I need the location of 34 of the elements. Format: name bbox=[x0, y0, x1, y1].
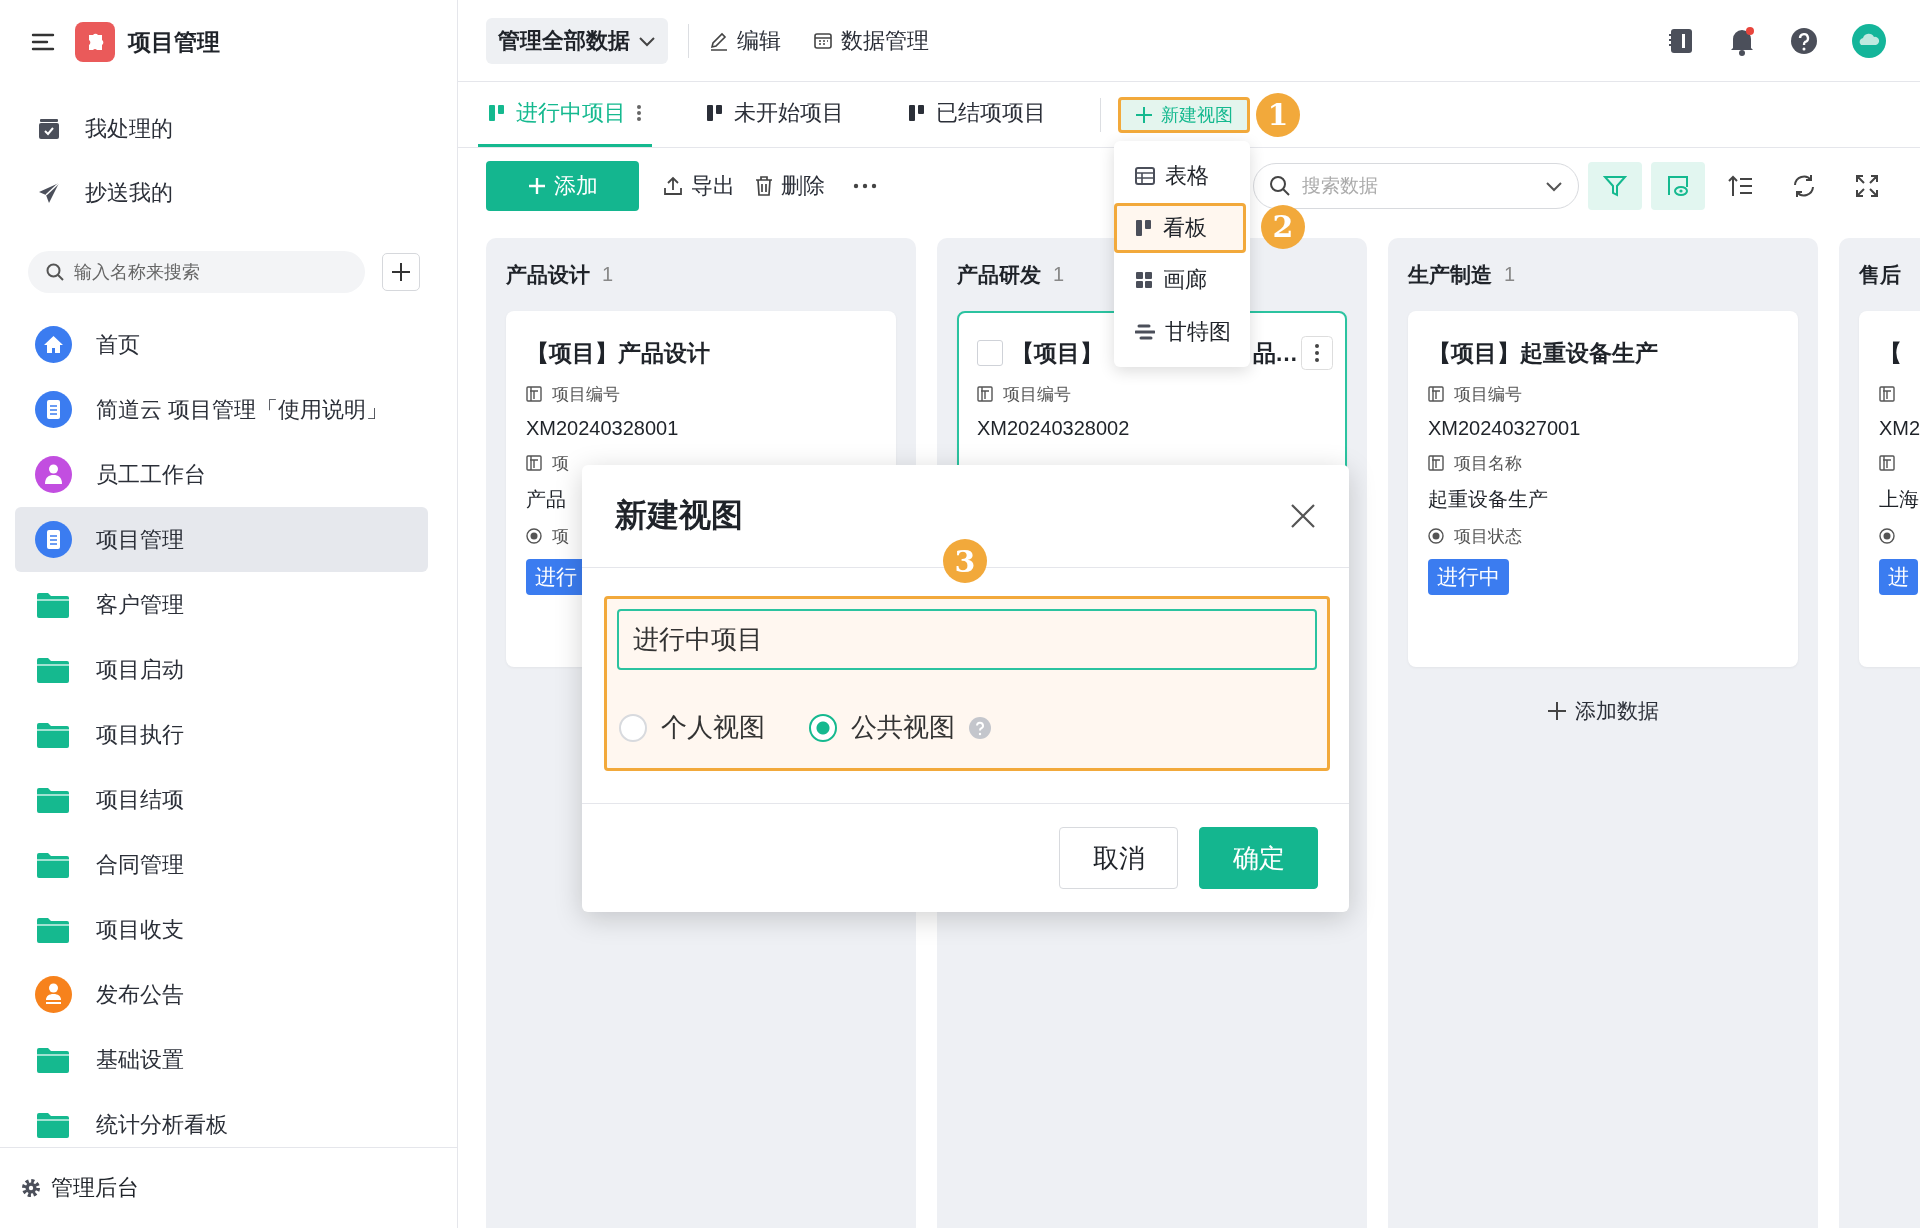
field-label: 项 bbox=[552, 452, 569, 475]
field-label: 项目状态 bbox=[1454, 525, 1522, 548]
card-title: 【项目】 bbox=[1011, 338, 1103, 368]
column-title: 售后 bbox=[1859, 261, 1901, 288]
card-title: 品… bbox=[1253, 338, 1297, 368]
column-count: 1 bbox=[1504, 263, 1516, 286]
field-value: XM20240328002 bbox=[977, 417, 1130, 439]
column-count: 1 bbox=[602, 263, 614, 286]
column-count: 1 bbox=[1053, 263, 1065, 286]
status-badge: 进 bbox=[1879, 559, 1918, 595]
column-title: 产品设计 bbox=[506, 261, 590, 288]
radio-label: 公共视图 bbox=[851, 711, 955, 744]
column-title: 产品研发 bbox=[957, 261, 1041, 288]
field-label: 项目编号 bbox=[1454, 383, 1522, 406]
field-value: XM2 bbox=[1879, 417, 1920, 439]
field-label: 项目名称 bbox=[1454, 452, 1522, 475]
card-title: 【项目】起重设备生产 bbox=[1428, 338, 1658, 368]
dialog-title: 新建视图 bbox=[615, 496, 743, 535]
app-title: 项目管理 bbox=[128, 27, 220, 57]
field-value: XM20240327001 bbox=[1428, 417, 1581, 439]
field-label: 项目编号 bbox=[552, 383, 620, 406]
card-title: 【项目】产品设计 bbox=[526, 338, 710, 368]
field-label: 项目编号 bbox=[1003, 383, 1071, 406]
card-title: 【 bbox=[1879, 338, 1902, 368]
field-value: 产品 bbox=[526, 488, 566, 510]
step-marker: 3 bbox=[943, 539, 987, 583]
field-value: XM20240328001 bbox=[526, 417, 679, 439]
status-badge: 进行中 bbox=[1428, 559, 1509, 595]
field-value: 起重设备生产 bbox=[1428, 488, 1548, 510]
field-label: 项 bbox=[552, 525, 569, 548]
step-marker: 1 bbox=[1256, 92, 1300, 137]
radio-label: 个人视图 bbox=[661, 711, 765, 744]
column-title: 生产制造 bbox=[1408, 261, 1492, 288]
field-value: 上海 bbox=[1879, 488, 1919, 510]
